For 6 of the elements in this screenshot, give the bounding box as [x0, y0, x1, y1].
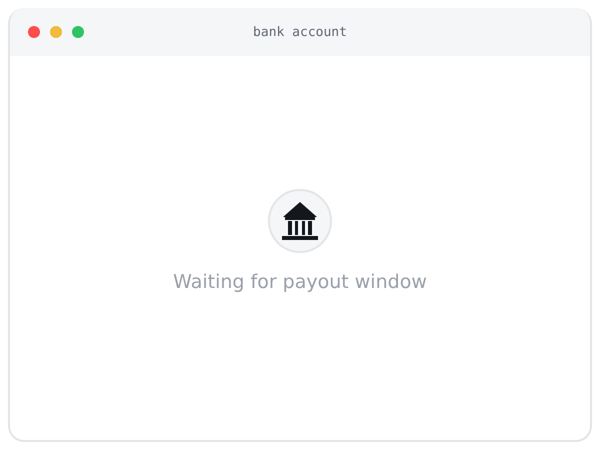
maximize-icon[interactable] — [72, 26, 84, 38]
status-message: Waiting for payout window — [173, 271, 427, 293]
close-icon[interactable] — [28, 26, 40, 38]
bank-icon — [282, 201, 318, 241]
window-title: bank account — [253, 24, 347, 40]
minimize-icon[interactable] — [50, 26, 62, 38]
